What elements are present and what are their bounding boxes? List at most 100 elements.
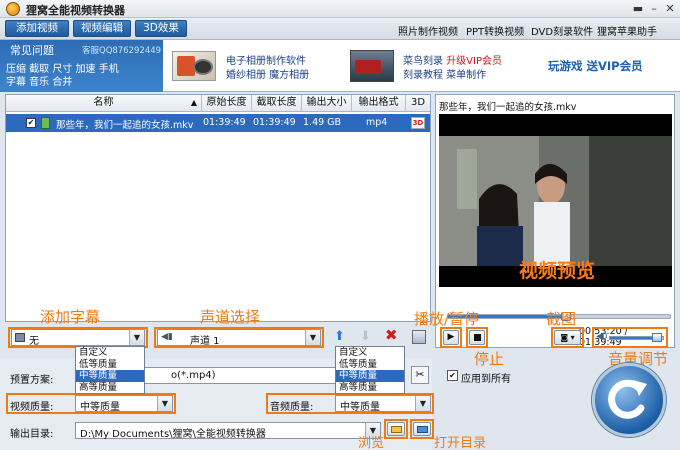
- option-custom[interactable]: 自定义: [76, 347, 144, 359]
- menu-icon[interactable]: ▬: [632, 3, 644, 15]
- header-output-size[interactable]: 输出大小: [302, 95, 352, 112]
- play-button[interactable]: ▶: [443, 330, 459, 345]
- support-qq: 客服QQ876292449: [82, 46, 162, 56]
- output-dir-label: 输出目录:: [10, 429, 54, 440]
- preview-overlay-text: 视频预览: [519, 260, 596, 282]
- clear-list-icon[interactable]: [412, 330, 426, 344]
- audio-quality-value: 中等质量: [340, 402, 380, 413]
- edit-video-button[interactable]: 视频编辑: [73, 20, 131, 37]
- effect-3d-button[interactable]: 3D效果: [135, 20, 187, 37]
- option-high[interactable]: 高等质量: [76, 382, 144, 394]
- camera-icon: ◙: [560, 333, 569, 342]
- output-dir-select[interactable]: D:\My Documents\狸窝\全能视频转换器 ▼: [75, 422, 381, 440]
- ad-album-line2[interactable]: 婚纱相册 魔方相册: [226, 66, 309, 81]
- subtitle-icon: [15, 333, 25, 342]
- video-file-icon: [41, 117, 50, 129]
- option-low[interactable]: 低等质量: [336, 359, 404, 371]
- video-quality-label: 视频质量:: [10, 402, 54, 413]
- burn-disc-icon[interactable]: [350, 50, 394, 82]
- browse-button[interactable]: [387, 422, 405, 436]
- chevron-down-icon: ▼: [305, 330, 320, 345]
- chevron-down-icon: ▾: [570, 333, 575, 342]
- annotation-add-subtitle: 添加字幕: [40, 308, 101, 326]
- faq-title[interactable]: 常见问题: [10, 42, 54, 58]
- annotation-stop: 停止: [474, 350, 505, 368]
- link-photo-video[interactable]: 照片制作视频: [398, 23, 458, 38]
- header-cut-length[interactable]: 截取长度: [252, 95, 302, 112]
- annotation-play-pause: 播放/暂停: [414, 310, 480, 328]
- subtitle-select[interactable]: 无 ▼: [11, 329, 145, 347]
- stop-icon: [474, 334, 481, 341]
- subtitle-value: 无: [29, 336, 39, 347]
- open-dir-button[interactable]: [413, 422, 431, 436]
- list-header: 名称 ▲ 原始长度 截取长度 输出大小 输出格式 3D: [6, 95, 430, 112]
- chevron-down-icon: ▼: [157, 396, 172, 411]
- minimize-icon[interactable]: –: [648, 3, 660, 15]
- output-dir-path: D:\My Documents\狸窝\全能视频转换器: [80, 429, 266, 440]
- move-up-icon[interactable]: ⬆: [334, 330, 345, 343]
- screenshot-button[interactable]: ◙ ▾: [554, 330, 581, 345]
- file-list: 名称 ▲ 原始长度 截取长度 输出大小 输出格式 3D ✔ 那些年，我们一起追的女…: [5, 94, 431, 322]
- annotation-open-dir: 打开目录: [434, 436, 487, 450]
- annotation-audio-track: 声道选择: [200, 308, 261, 326]
- table-row[interactable]: ✔ 那些年，我们一起追的女孩.mkv 01:39:49 01:39:49 1.4…: [6, 114, 430, 132]
- refresh-icon: [608, 379, 647, 419]
- option-low[interactable]: 低等质量: [76, 359, 144, 371]
- chevron-down-icon: ▼: [129, 330, 144, 345]
- header-3d[interactable]: 3D: [406, 95, 430, 112]
- header-output-format[interactable]: 输出格式: [352, 95, 406, 112]
- close-icon[interactable]: ✕: [664, 3, 676, 15]
- ad-burn-line1[interactable]: 菜鸟刻录 升级VIP会员: [403, 52, 502, 67]
- audio-track-select[interactable]: ◀▮ 声道 1 ▼: [157, 329, 321, 347]
- video-quality-select[interactable]: 中等质量 ▼: [75, 395, 173, 413]
- annotation-screenshot: 截图: [546, 310, 577, 328]
- option-custom[interactable]: 自定义: [336, 347, 404, 359]
- faq-panel: 常见问题 客服QQ876292449 压缩 截取 尺寸 加速 手机 字幕 音乐 …: [0, 40, 163, 92]
- move-down-icon[interactable]: ⬇: [360, 330, 371, 343]
- apply-all-checkbox[interactable]: ✔: [447, 370, 458, 381]
- volume-slider[interactable]: [609, 333, 664, 342]
- header-orig-length[interactable]: 原始长度: [202, 95, 252, 112]
- folder-icon: [391, 426, 402, 433]
- cell-name: 那些年，我们一起追的女孩.mkv: [56, 120, 194, 131]
- ad-burn-line2[interactable]: 刻录教程 菜单制作: [403, 66, 486, 81]
- chevron-down-icon: ▼: [415, 396, 430, 411]
- option-medium[interactable]: 中等质量: [336, 370, 404, 382]
- audio-quality-dropdown[interactable]: 自定义 低等质量 中等质量 高等质量: [335, 346, 405, 394]
- settings-icon[interactable]: ✂: [411, 366, 429, 384]
- volume-icon[interactable]: ◀): [596, 331, 608, 342]
- 3d-icon[interactable]: 3D: [411, 117, 425, 129]
- video-quality-value: 中等质量: [80, 402, 120, 413]
- video-frame: 视频预览: [439, 114, 672, 287]
- preset-label: 预置方案:: [10, 375, 54, 386]
- ppt-film-icon[interactable]: [172, 51, 216, 81]
- volume-handle[interactable]: [652, 333, 662, 342]
- video-quality-dropdown[interactable]: 自定义 低等质量 中等质量 高等质量: [75, 346, 145, 394]
- apply-all-label: 应用到所有: [461, 374, 511, 385]
- link-dvd-burn[interactable]: DVD刻录软件: [531, 23, 593, 38]
- faq-links-line2[interactable]: 字幕 音乐 合并: [6, 73, 72, 88]
- preset-value: o(*.mp4): [171, 370, 216, 381]
- annotation-browse: 浏览: [358, 436, 385, 450]
- preview-filename: 那些年，我们一起追的女孩.mkv: [439, 102, 577, 113]
- convert-button[interactable]: [592, 363, 666, 437]
- ad-game-vip[interactable]: 玩游戏 送VIP会员: [548, 58, 643, 74]
- audio-track-value: 声道 1: [190, 336, 220, 347]
- row-checkbox[interactable]: ✔: [26, 118, 36, 128]
- option-high[interactable]: 高等质量: [336, 382, 404, 394]
- cell-output-format: mp4: [366, 117, 388, 128]
- title-bar: 狸窝全能视频转换器 ▬ – ✕: [0, 0, 680, 18]
- app-logo-icon: [6, 2, 20, 16]
- add-video-button[interactable]: 添加视频: [5, 20, 69, 37]
- menu-bar: 添加视频 视频编辑 3D效果 照片制作视频 PPT转换视频 DVD刻录软件 狸窝…: [0, 18, 680, 40]
- link-ppt-video[interactable]: PPT转换视频: [466, 23, 524, 38]
- open-folder-icon: [417, 426, 428, 433]
- delete-icon[interactable]: ✖: [385, 328, 398, 343]
- audio-quality-select[interactable]: 中等质量 ▼: [335, 395, 431, 413]
- option-medium[interactable]: 中等质量: [76, 370, 144, 382]
- cell-output-size: 1.49 GB: [303, 117, 342, 128]
- header-name[interactable]: 名称 ▲: [6, 95, 202, 112]
- stop-button[interactable]: [469, 330, 485, 345]
- link-apple-helper[interactable]: 狸窝苹果助手: [597, 23, 657, 38]
- ad-album-line1[interactable]: 电子相册制作软件: [226, 52, 306, 67]
